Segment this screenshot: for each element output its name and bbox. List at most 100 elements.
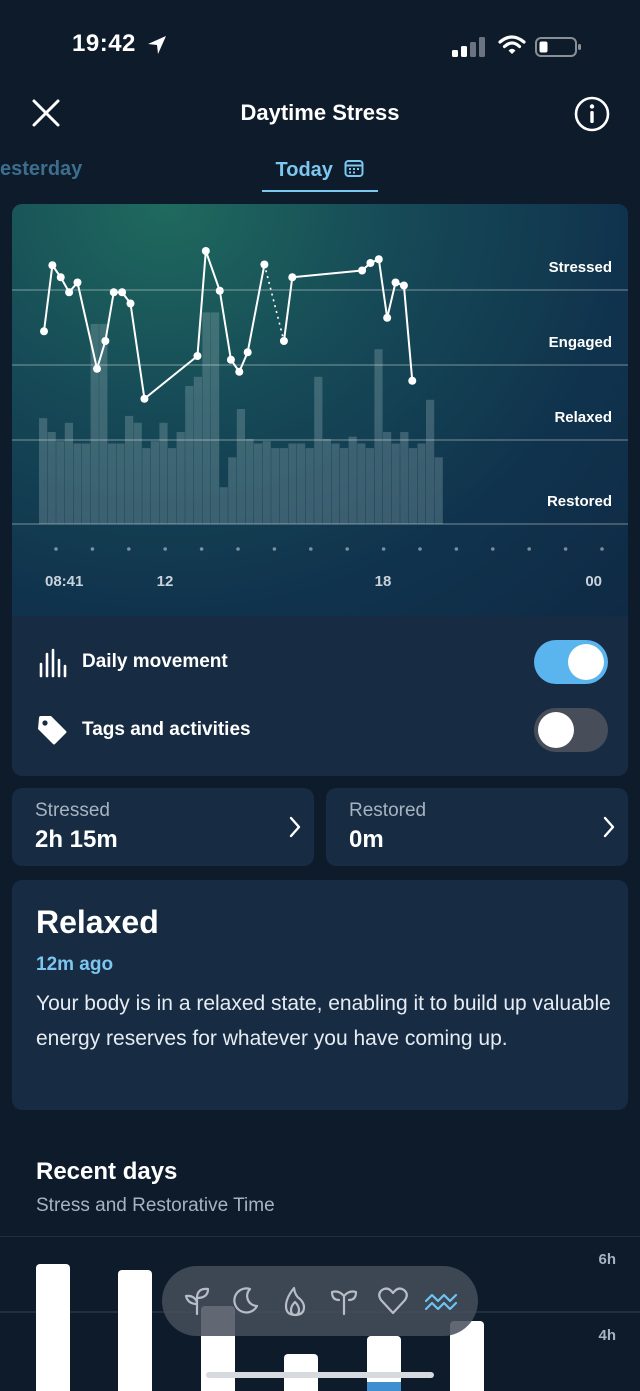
tab-yesterday[interactable]: esterday bbox=[0, 158, 82, 181]
tags-activities-label: Tags and activities bbox=[82, 719, 251, 740]
stress-line-segment bbox=[292, 269, 363, 279]
stress-point bbox=[126, 299, 135, 308]
tags-activities-toggle[interactable] bbox=[534, 708, 608, 752]
moon-icon[interactable] bbox=[228, 1284, 262, 1318]
stress-line-segment bbox=[386, 282, 397, 318]
movement-bar bbox=[391, 443, 400, 524]
stress-line-segment bbox=[218, 290, 232, 360]
stress-line-segment bbox=[104, 292, 115, 342]
movement-bar bbox=[168, 448, 177, 524]
movement-bar bbox=[348, 436, 357, 524]
movement-bar bbox=[125, 415, 134, 524]
movement-bar bbox=[331, 443, 340, 524]
stress-chart: Stressed Engaged Relaxed Restored 08:41 12 18 0… bbox=[12, 247, 628, 590]
state-description: Your body is in a relaxed state, enablin… bbox=[36, 992, 611, 1050]
time-dot bbox=[418, 547, 422, 551]
state-title: Relaxed bbox=[36, 904, 159, 940]
recent-day-bar[interactable] bbox=[118, 1270, 152, 1391]
movement-bar bbox=[185, 386, 194, 524]
sprout-icon[interactable] bbox=[180, 1284, 214, 1318]
time-dot bbox=[236, 547, 240, 551]
movement-bar bbox=[408, 448, 417, 524]
movement-bar bbox=[305, 448, 314, 524]
status-time: 19:42 bbox=[72, 30, 136, 57]
stress-line-segment bbox=[204, 250, 221, 292]
stress-point bbox=[65, 288, 74, 297]
stress-line-segment bbox=[263, 264, 285, 342]
movement-bar bbox=[262, 441, 271, 524]
level-label: Restored bbox=[547, 493, 612, 510]
time-dot bbox=[527, 547, 531, 551]
movement-bar bbox=[322, 438, 331, 524]
tab-today-label: Today bbox=[275, 159, 333, 181]
movement-bar bbox=[176, 432, 185, 524]
movement-bar bbox=[434, 457, 443, 524]
time-dot bbox=[127, 547, 131, 551]
heart-icon[interactable] bbox=[376, 1284, 410, 1318]
stressed-label: Stressed bbox=[35, 800, 110, 821]
movement-bar bbox=[133, 422, 142, 524]
current-state-card: Relaxed 12m ago Your body is in a relaxe… bbox=[12, 880, 628, 1110]
waves-icon[interactable] bbox=[424, 1284, 458, 1318]
movement-bar bbox=[228, 457, 237, 524]
time-dot bbox=[199, 547, 204, 551]
movement-bar bbox=[357, 443, 366, 524]
stress-line-segment bbox=[43, 265, 54, 332]
recent-day-bar[interactable] bbox=[36, 1264, 70, 1391]
movement-bar bbox=[142, 448, 151, 524]
time-dot bbox=[163, 547, 167, 551]
stress-point bbox=[140, 394, 149, 403]
sprout-arms-icon[interactable] bbox=[327, 1284, 361, 1318]
bar-chart-icon bbox=[39, 648, 67, 678]
movement-bar bbox=[47, 432, 56, 524]
stress-point bbox=[40, 327, 48, 336]
state-timestamp: 12m ago bbox=[36, 954, 114, 975]
stress-point bbox=[358, 266, 367, 275]
home-indicator bbox=[206, 1372, 434, 1378]
movement-bar bbox=[39, 418, 48, 524]
tab-today[interactable]: Today bbox=[262, 158, 378, 182]
time-dot bbox=[491, 547, 495, 551]
time-dot bbox=[309, 547, 313, 551]
recent-axis-label: 6h bbox=[598, 1251, 616, 1268]
time-dot bbox=[90, 547, 95, 551]
recent-axis-label: 4h bbox=[598, 1327, 616, 1344]
tab-underline bbox=[262, 190, 378, 192]
movement-bar bbox=[90, 323, 99, 524]
recent-days-title: Recent days bbox=[36, 1158, 178, 1185]
stress-line-segment bbox=[377, 259, 389, 318]
restored-summary-card[interactable]: Restored 0m bbox=[326, 788, 628, 866]
calendar-icon bbox=[344, 160, 364, 177]
stressed-summary-card[interactable]: Stressed 2h 15m bbox=[12, 788, 314, 866]
stress-point bbox=[383, 313, 392, 322]
movement-bar bbox=[82, 443, 91, 524]
stress-line-segment bbox=[282, 277, 294, 342]
movement-bar bbox=[340, 448, 349, 524]
movement-bar bbox=[150, 441, 159, 524]
movement-bar bbox=[254, 443, 263, 524]
chevron-right-icon bbox=[289, 816, 301, 838]
stress-point bbox=[226, 355, 235, 364]
movement-bar bbox=[211, 312, 220, 524]
daily-movement-toggle[interactable] bbox=[534, 640, 608, 684]
movement-bar bbox=[400, 432, 409, 524]
stress-point bbox=[73, 278, 82, 287]
time-dot bbox=[454, 547, 459, 551]
info-icon[interactable] bbox=[574, 96, 610, 132]
movement-bar bbox=[297, 443, 306, 524]
level-label: Stressed bbox=[549, 259, 612, 276]
movement-bar bbox=[56, 441, 65, 524]
stress-point bbox=[56, 273, 65, 282]
x-tick-label: 12 bbox=[157, 573, 174, 590]
movement-bar bbox=[107, 443, 116, 524]
flame-icon[interactable] bbox=[278, 1284, 312, 1318]
movement-bar bbox=[202, 312, 211, 524]
toggle-knob bbox=[568, 644, 604, 680]
stress-point bbox=[391, 278, 400, 287]
stress-point bbox=[48, 261, 57, 270]
stress-line-segment bbox=[246, 264, 266, 353]
restored-value: 0m bbox=[349, 826, 384, 853]
stress-line-segment bbox=[129, 303, 146, 399]
movement-bar bbox=[219, 487, 228, 524]
cellular-signal-icon bbox=[452, 37, 485, 57]
